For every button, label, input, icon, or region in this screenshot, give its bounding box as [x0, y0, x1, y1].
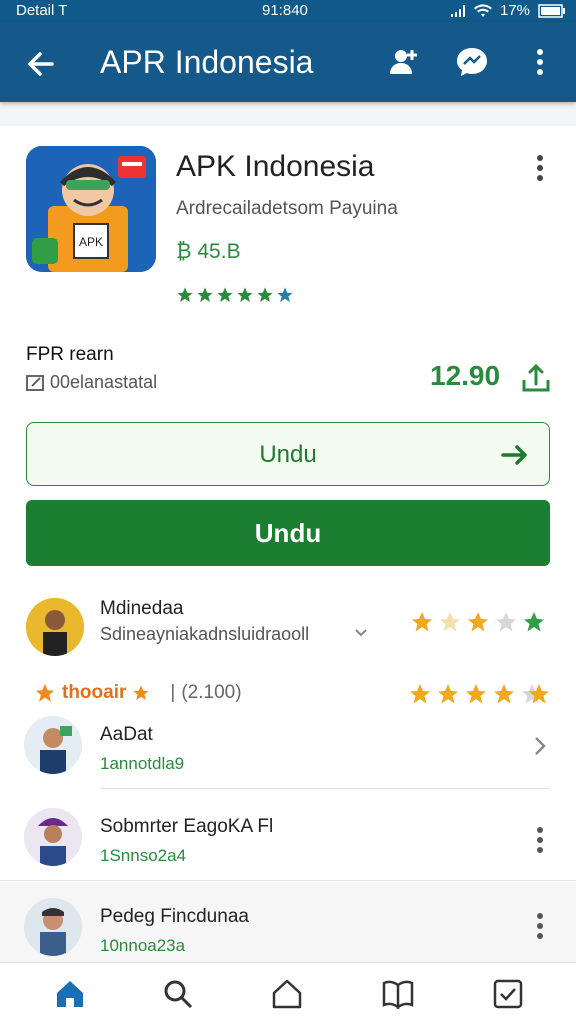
download-outline-label: Undu: [259, 441, 317, 468]
app-bar: APR Indonesia: [0, 22, 576, 102]
chevron-right-icon[interactable]: [532, 734, 548, 758]
avatar-image: [24, 898, 82, 956]
avatar-image: [24, 808, 82, 866]
ratings-count: (2.100): [181, 682, 242, 703]
more-vert-icon[interactable]: [530, 826, 550, 854]
star-icon: [410, 684, 430, 704]
ratings-label: thooair: [62, 682, 127, 703]
battery-icon: [538, 3, 565, 18]
reviewer-meta: 10nnoa23a: [100, 936, 186, 955]
download-outline-button[interactable]: Undu: [26, 422, 550, 486]
more-vert-icon[interactable]: [522, 44, 558, 80]
chat-icon[interactable]: [454, 44, 490, 80]
reviewer-name: AaDat: [100, 724, 153, 745]
house-outline-icon[interactable]: [270, 977, 304, 1011]
status-time: 91:840: [262, 2, 308, 19]
star-icon: [197, 287, 213, 303]
home-icon[interactable]: [53, 977, 87, 1011]
download-primary-label: Undu: [254, 518, 322, 548]
star-icon: [438, 684, 458, 704]
star-icon: [257, 287, 273, 303]
back-arrow-icon[interactable]: [22, 44, 62, 84]
ratings-summary: thooair | (2.100): [34, 682, 242, 704]
summary-stars: [408, 682, 544, 706]
status-left-text: Detail T: [16, 2, 68, 19]
top-review[interactable]: Mdinedaa Sdineayniakadnsluidraooll: [26, 598, 556, 658]
star-icon: [468, 612, 488, 632]
avatar-image: [26, 598, 84, 656]
battery-text: 17%: [499, 2, 530, 19]
star-icon: [133, 685, 149, 701]
section-subtitle-row: 00elanastatal: [26, 372, 157, 393]
star-icon: [177, 287, 193, 303]
avatar-image: [24, 716, 82, 774]
app-detail-card: APK APK Indonesia Ardrecailadetsom Payui…: [0, 126, 576, 962]
star-icon: [217, 287, 233, 303]
star-icon: [524, 612, 544, 632]
price: 12.90: [430, 360, 501, 391]
review-author: Mdinedaa: [100, 598, 184, 619]
app-rating-stars: [176, 286, 294, 304]
star-icon: [494, 684, 514, 704]
edit-box-icon: [26, 374, 44, 391]
list-item[interactable]: AaDat 1annotdla9: [0, 712, 576, 804]
download-primary-button[interactable]: Undu: [26, 500, 550, 566]
share-upload-icon[interactable]: [520, 362, 552, 394]
reviewer-meta: 1annotdla9: [100, 754, 185, 773]
search-icon[interactable]: [161, 977, 195, 1011]
developer-name[interactable]: Ardrecailadetsom Payuina: [176, 198, 398, 220]
checkbox-icon[interactable]: [491, 977, 525, 1011]
signal-icon: [450, 4, 465, 17]
list-item[interactable]: Pedeg Fincdunaa 10nnoa23a: [0, 882, 576, 962]
star-icon: [529, 684, 549, 704]
user-plus-icon[interactable]: [386, 44, 422, 80]
review-subtitle: Sdineayniakadnsluidraooll: [100, 624, 310, 644]
reviewer-name: Sobmrter EagoKA Fl: [100, 816, 274, 837]
star-icon: [466, 684, 486, 704]
star-icon: [277, 287, 293, 303]
chevron-down-icon[interactable]: [354, 628, 368, 638]
status-bar: Detail T 91:840 17%: [0, 0, 576, 22]
book-icon[interactable]: [381, 977, 415, 1011]
avatar: [24, 808, 82, 866]
wifi-icon: [473, 3, 492, 17]
avatar: [26, 598, 84, 656]
more-vert-icon[interactable]: [530, 912, 550, 940]
reviewer-meta: 1Snnso2a4: [100, 846, 187, 865]
app-size: ₿ 45.B: [176, 240, 241, 263]
star-icon: [412, 612, 432, 632]
star-icon: [237, 287, 253, 303]
avatar: [24, 898, 82, 956]
review-stars: [410, 610, 546, 634]
app-icon[interactable]: APK: [26, 146, 156, 272]
arrow-right-icon: [501, 445, 527, 465]
app-bar-title: APR Indonesia: [100, 44, 314, 80]
reviewer-name: Pedeg Fincdunaa: [100, 906, 249, 927]
divider: [100, 788, 550, 789]
app-icon-illustration: APK: [26, 146, 156, 272]
app-name: APK Indonesia: [176, 150, 375, 183]
status-icons: 17%: [450, 2, 566, 19]
avatar: [24, 716, 82, 774]
star-icon: [35, 683, 55, 702]
divider: [0, 880, 576, 881]
star-icon: [440, 612, 460, 632]
bottom-nav: [0, 962, 576, 1024]
app-icon-text: APK: [79, 235, 103, 249]
section-subtitle: 00elanastatal: [50, 372, 158, 392]
star-icon: [496, 612, 516, 632]
more-vert-icon[interactable]: [530, 154, 550, 182]
section-title: FPR rearn: [26, 344, 114, 365]
